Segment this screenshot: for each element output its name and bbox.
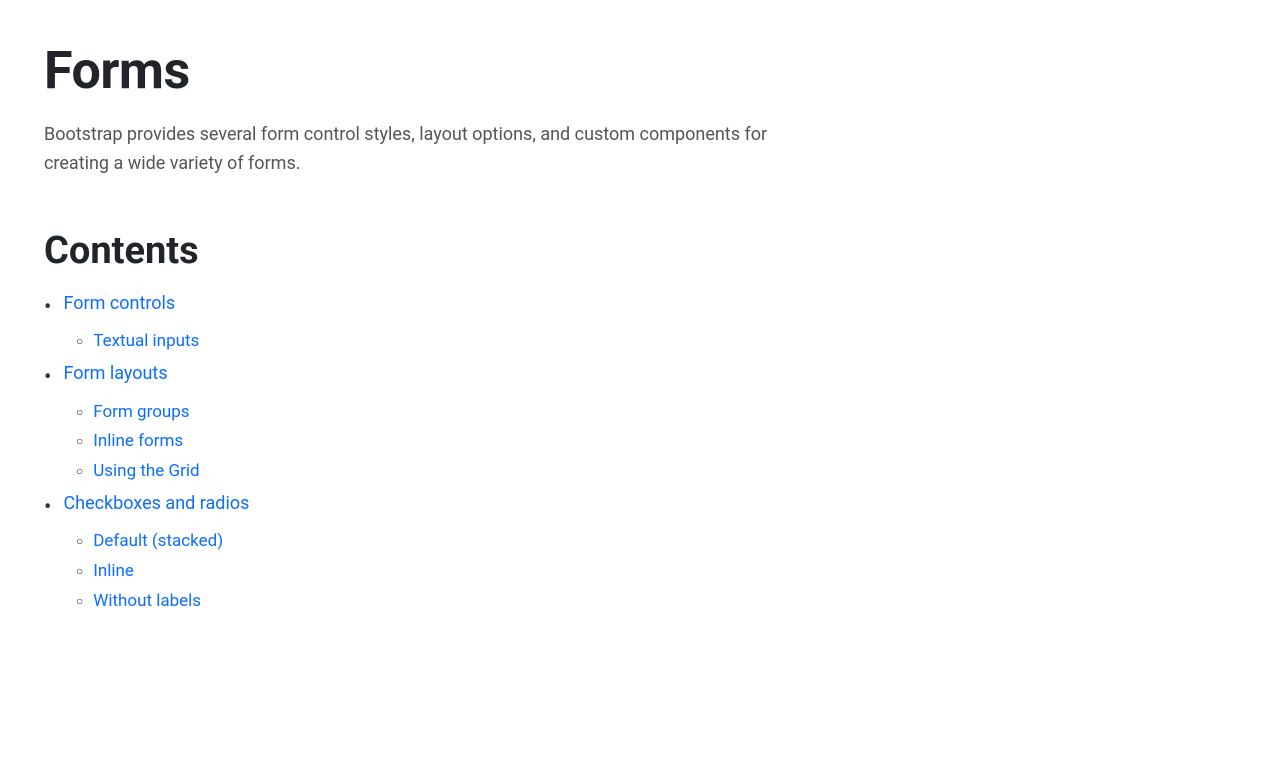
sub-bullet-without-labels: ○ — [76, 591, 83, 613]
sub-bullet-default-stacked: ○ — [76, 531, 83, 553]
toc-item-checkboxes-and-radios: • Checkboxes and radios ○ Default (stack… — [44, 493, 1220, 613]
toc-item-form-layouts: • Form layouts ○ Form groups ○ Inline fo… — [44, 363, 1220, 483]
page-title: Forms — [44, 40, 1220, 101]
link-checkboxes-and-radios[interactable]: Checkboxes and radios — [63, 493, 249, 514]
sub-bullet-textual-inputs: ○ — [76, 331, 83, 353]
link-inline-forms[interactable]: Inline forms — [93, 431, 183, 451]
page-description: Bootstrap provides several form control … — [44, 121, 784, 179]
link-using-the-grid[interactable]: Using the Grid — [93, 461, 199, 481]
link-without-labels[interactable]: Without labels — [93, 591, 201, 611]
link-form-groups[interactable]: Form groups — [93, 402, 189, 422]
toc-subitem-without-labels: ○ Without labels — [76, 591, 249, 613]
bullet-form-controls: • — [44, 293, 51, 324]
link-default-stacked[interactable]: Default (stacked) — [93, 531, 223, 551]
toc-list: • Form controls ○ Textual inputs • Form … — [44, 293, 1220, 613]
sub-bullet-inline: ○ — [76, 561, 83, 583]
sub-bullet-inline-forms: ○ — [76, 431, 83, 453]
toc-subitem-inline: ○ Inline — [76, 561, 249, 583]
toc-subitem-default-stacked: ○ Default (stacked) — [76, 531, 249, 553]
toc-subitem-form-groups: ○ Form groups — [76, 402, 200, 424]
link-inline[interactable]: Inline — [93, 561, 134, 581]
contents-heading: Contents — [44, 229, 1220, 273]
toc-item-form-controls: • Form controls ○ Textual inputs — [44, 293, 1220, 353]
bullet-form-layouts: • — [44, 363, 51, 394]
toc-subitem-inline-forms: ○ Inline forms — [76, 431, 200, 453]
sub-bullet-using-the-grid: ○ — [76, 461, 83, 483]
link-textual-inputs[interactable]: Textual inputs — [93, 331, 199, 351]
toc-subitem-using-the-grid: ○ Using the Grid — [76, 461, 200, 483]
toc-subitem-textual-inputs: ○ Textual inputs — [76, 331, 199, 353]
bullet-checkboxes-and-radios: • — [44, 493, 51, 524]
link-form-layouts[interactable]: Form layouts — [63, 363, 167, 384]
sub-bullet-form-groups: ○ — [76, 402, 83, 424]
link-form-controls[interactable]: Form controls — [63, 293, 175, 314]
